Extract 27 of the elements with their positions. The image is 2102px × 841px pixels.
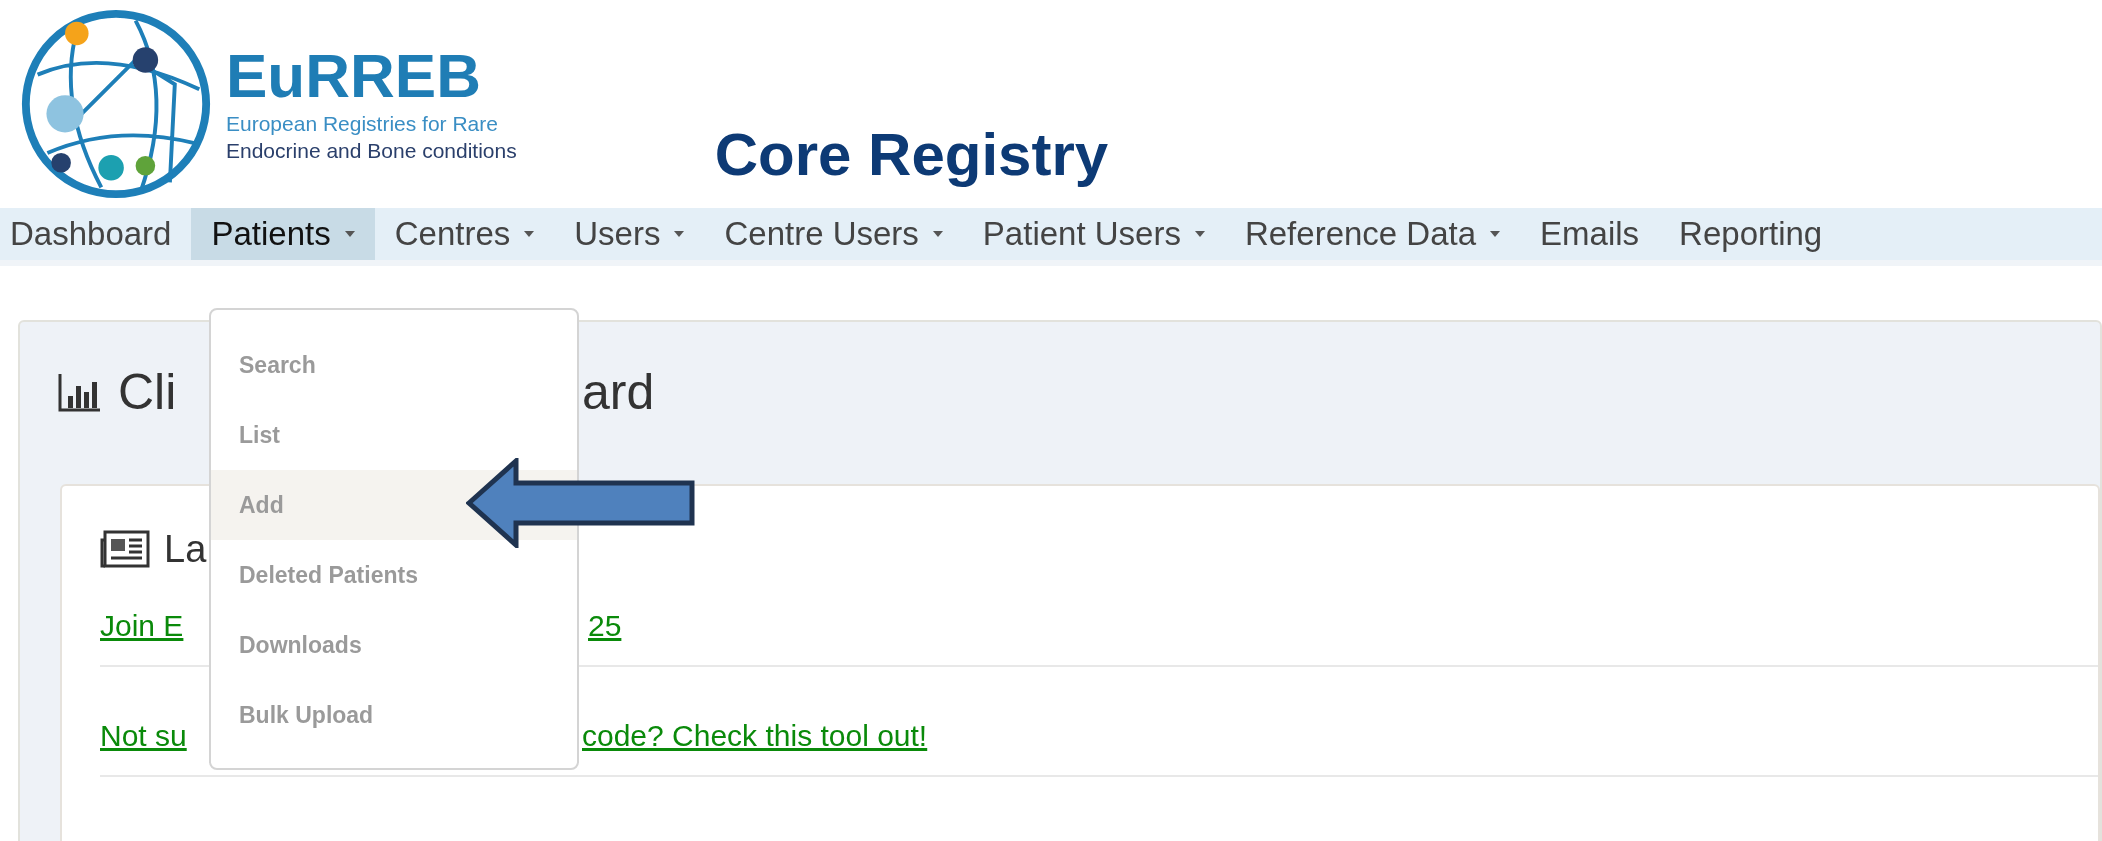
nav-menu-item[interactable]: Emails	[1520, 208, 1660, 260]
dropdown-menu-item[interactable]: Deleted Patients	[211, 540, 577, 610]
panel-heading: ard	[582, 363, 655, 422]
news-heading: La	[164, 527, 207, 572]
news-link[interactable]: 25	[588, 609, 622, 643]
news-link[interactable]: Not su	[100, 719, 187, 753]
page-title: Core Registry	[714, 120, 1109, 190]
nav-menu-item[interactable]: Reporting	[1659, 208, 1843, 260]
nav-menu-item[interactable]: Centre Users	[704, 208, 963, 260]
dropdown-menu-item[interactable]: Search	[211, 330, 577, 400]
newspaper-icon	[100, 530, 150, 568]
nav-menu-item[interactable]: Reference Data	[1224, 208, 1521, 260]
nav-menu-item[interactable]: Centres	[374, 208, 555, 260]
news-link[interactable]: Join E	[100, 609, 184, 643]
nav-menu-item[interactable]: Patient Users	[962, 208, 1225, 260]
dropdown-menu-item[interactable]: List	[211, 400, 577, 470]
brand-tagline: Endocrine and Bone conditions	[226, 138, 517, 164]
nav-menu-item[interactable]: Users	[554, 208, 705, 260]
nav-menu-item[interactable]: Patients	[191, 208, 375, 260]
dropdown-menu-item[interactable]: Downloads	[211, 610, 577, 680]
nav-menu-item[interactable]: Dashboard	[0, 208, 192, 260]
brand-name: EuRREB	[226, 42, 482, 110]
news-link[interactable]: code? Check this tool out!	[582, 719, 928, 753]
dropdown-menu-item[interactable]: Bulk Upload	[211, 680, 577, 750]
bar-chart-icon	[58, 372, 102, 412]
brand-tagline: European Registries for Rare	[226, 111, 499, 137]
panel-heading: Cli	[118, 363, 177, 422]
